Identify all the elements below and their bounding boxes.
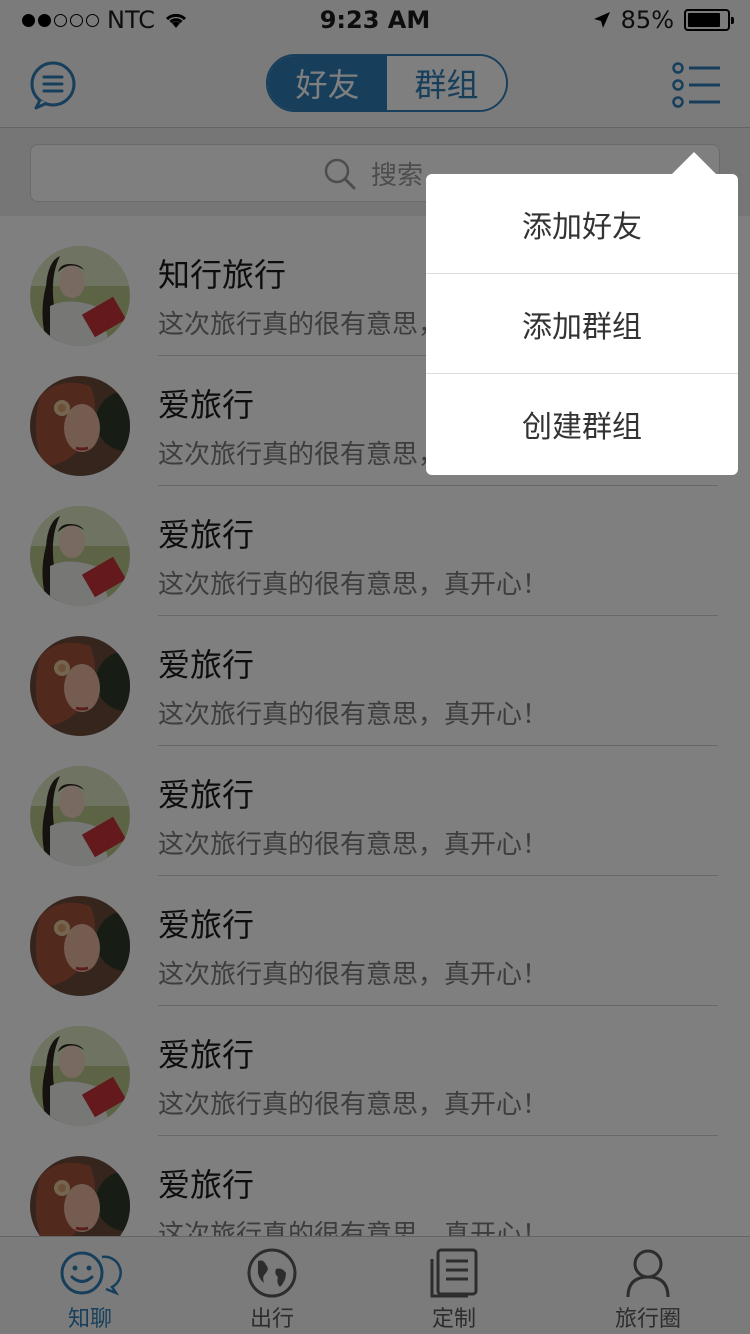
menu-item-create-group[interactable]: 创建群组: [426, 374, 738, 474]
popup-arrow: [672, 152, 716, 174]
menu-item-add-group[interactable]: 添加群组: [426, 274, 738, 374]
app-screen: NTC 9:23 AM 85%: [0, 0, 750, 1334]
menu-item-add-friend[interactable]: 添加好友: [426, 174, 738, 274]
add-popup-menu: 添加好友 添加群组 创建群组: [426, 152, 738, 475]
